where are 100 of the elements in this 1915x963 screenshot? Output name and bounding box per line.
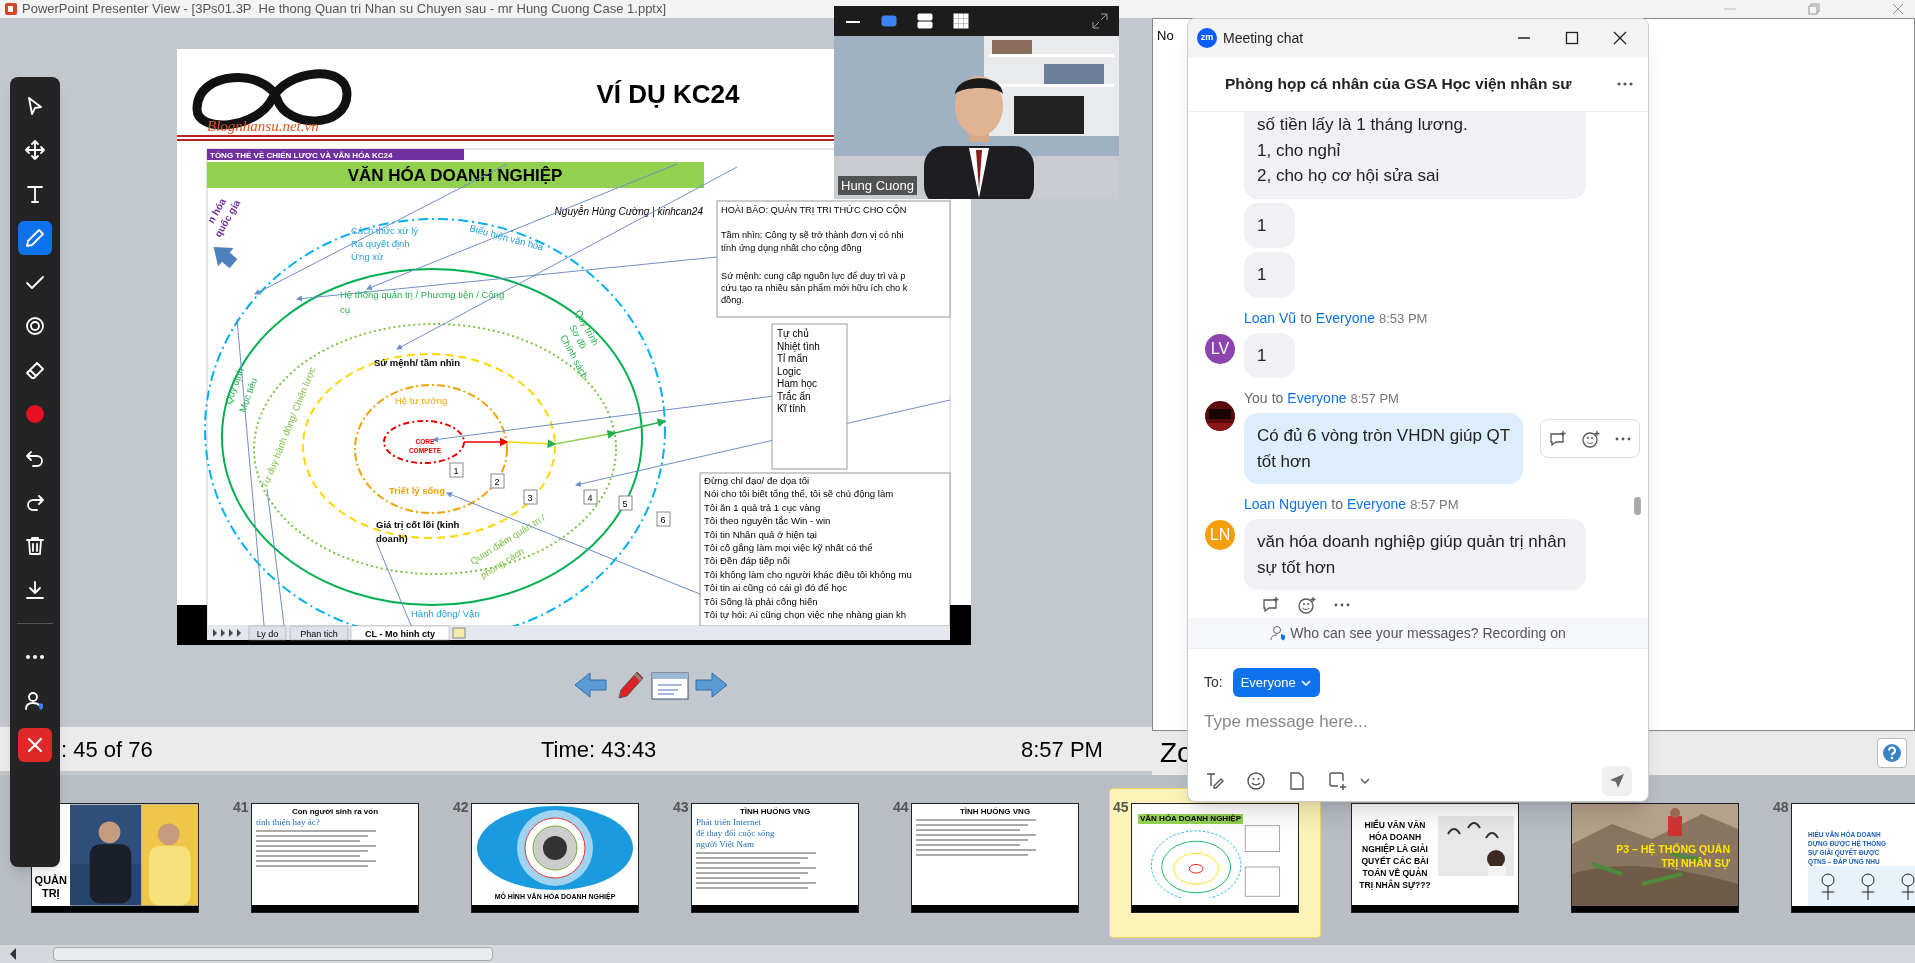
thumbnail-text: Con người sinh ra vốn bbox=[290, 806, 380, 817]
thumbnail-text: người Việt Nam bbox=[696, 839, 755, 850]
trait-text: Tỉ mẩn bbox=[777, 353, 808, 364]
thumbnail-text: TÌNH HUỐNG VNG bbox=[738, 806, 812, 817]
slide-thumbnail[interactable]: VĂN HÓA DOANH NGHIỆP bbox=[1131, 803, 1299, 913]
message-text: 1 bbox=[1257, 344, 1268, 367]
belief-text: Đừng chỉ đạo/ đe dọa tôi bbox=[704, 475, 810, 486]
app-logo: zm bbox=[1197, 28, 1217, 48]
belief-text: Tôi tin Nhân quả ở hiện tại bbox=[704, 528, 817, 540]
sheet-tab[interactable]: Ly do bbox=[248, 625, 287, 641]
message-text: 2, cho họ cơ hội sửa sai bbox=[1257, 165, 1441, 187]
number-tag: 5 bbox=[618, 495, 633, 511]
slide-thumbnail[interactable]: Con người sinh ra vốn tính thiện hay ác? bbox=[251, 803, 419, 913]
message-time: 8:57 PM bbox=[1350, 391, 1399, 406]
belief-text: Tôi không làm cho người khác điều tôi không mu bbox=[704, 568, 912, 580]
belief-text: Tôi ăn 1 quả trả 1 cục vàng bbox=[704, 501, 821, 513]
diagram-label: Hành động/ Vận bbox=[411, 608, 480, 619]
sheet-tab[interactable]: CL - Mo hinh cty bbox=[350, 625, 450, 641]
author-text: Nguyễn Hùng Cường | kinhcan24 bbox=[554, 206, 703, 217]
message-text: Có đủ 6 vòng tròn VHDN giúp QT bbox=[1257, 425, 1511, 447]
vision-text: Tầm nhìn: Công ty sẽ trở thành đơn vị có nhi bbox=[721, 230, 904, 240]
trait-text: Kĩ tính bbox=[777, 403, 806, 414]
thumbnail-title: TRỊ NHÂN SỰ bbox=[1661, 856, 1730, 870]
window-title: PowerPoint Presenter View - [3Ps01.3P He thong Quan tri Nhan su Chuyen sau - mr Hung Cuong Case 1.pptx] bbox=[22, 0, 667, 19]
number-tag: 6 bbox=[656, 511, 671, 527]
diagram-label: Hệ thống quản trị / Phương tiện / Công bbox=[340, 289, 505, 300]
slide-number: 48 bbox=[1773, 798, 1789, 817]
slide-counter: : 45 of 76 bbox=[61, 735, 154, 764]
message-input[interactable]: Type message here... bbox=[1204, 709, 1632, 735]
thumbnail-title: HIỂU VĂN VĂN bbox=[1364, 818, 1426, 831]
belief-text: Tôi Đền đáp tiếp nối bbox=[704, 555, 790, 567]
slide-thumbnail[interactable]: TÌNH HUỐNG VNG Phát triển Internet để thay đổi cuộc sống người Việt Nam bbox=[691, 803, 859, 913]
avatar: LV bbox=[1205, 333, 1235, 364]
number-tag: 3 bbox=[523, 489, 538, 505]
recipient-name: Everyone bbox=[1287, 390, 1347, 406]
thumbnail-title: QUYẾT CÁC BÀI bbox=[1361, 854, 1429, 867]
thumbnail-text: tính thiện hay ác? bbox=[256, 817, 321, 828]
vision-text: cứu tạo ra nhiều sản phẩm mới hữu ích cho k bbox=[721, 283, 908, 293]
vision-text: đồng. bbox=[721, 295, 744, 305]
to-label: To: bbox=[1204, 673, 1223, 692]
thumbnail-title: NGHIỆP LÀ GIẢI bbox=[1362, 842, 1428, 855]
message-text: 1, cho nghỉ bbox=[1257, 139, 1342, 162]
diagram-label: Cách thức xử lý bbox=[351, 225, 419, 236]
notes-text: No bbox=[1157, 28, 1174, 43]
slide-title: VÍ DỤ KC24 bbox=[596, 79, 740, 109]
message-text: 1 bbox=[1257, 264, 1268, 286]
diagram-label: doanh) bbox=[376, 533, 408, 544]
sheet-tab[interactable]: Phan tich bbox=[289, 625, 349, 641]
heading-bar: VĂN HÓA DOANH NGHIỆP bbox=[207, 162, 704, 188]
belief-text: Nói cho tôi biết tổng thể, tôi sẽ chủ động làm bbox=[704, 488, 894, 500]
belief-text: Tôi Sống là phải cống hiến bbox=[704, 595, 818, 607]
to-text: to bbox=[1331, 496, 1343, 512]
belief-text: Tôi tin ai cũng có cái gì đó để học bbox=[704, 582, 847, 594]
clock-time: 8:57 PM bbox=[1021, 735, 1103, 764]
vision-text: tính ứng dụng nhất cho cộng đồng bbox=[721, 243, 862, 253]
slide-thumbnail[interactable]: HIỂU VĂN VĂN HÓA DOANH NGHIỆP LÀ GIẢI QUYẾT CÁC BÀI TOÁN VỀ QUẢN TRỊ NHÂN SỰ??? bbox=[1351, 803, 1519, 913]
room-title: Phòng họp cá nhân của GSA Học viện nhân sư bbox=[1225, 74, 1572, 95]
diagram-label: cụ bbox=[340, 304, 351, 315]
message-text: 1 bbox=[1257, 214, 1268, 237]
slide-thumbnail[interactable]: TÌNH HUỐNG VNG bbox=[911, 803, 1079, 913]
diagram-label: Tư duy hành động/ Chiến lược bbox=[258, 365, 318, 490]
to-text: to bbox=[1271, 390, 1284, 406]
trait-text: Tự chủ bbox=[777, 328, 809, 339]
slide-number: 44 bbox=[893, 798, 909, 817]
number-tag: 4 bbox=[583, 489, 598, 505]
slide-number: 41 bbox=[233, 798, 249, 817]
trait-text: Nhiệt tình bbox=[777, 340, 820, 352]
sender-name: You bbox=[1244, 390, 1268, 406]
diagram-label: Biểu hiện văn hóa bbox=[468, 222, 545, 253]
recipient-name: Everyone bbox=[1347, 496, 1407, 512]
recipient-dropdown[interactable]: Everyone bbox=[1232, 668, 1320, 697]
number-tag: 2 bbox=[490, 473, 505, 489]
diagram-label: Ra quyết định bbox=[351, 238, 410, 249]
trait-text: Logic bbox=[777, 365, 801, 377]
to-text: to bbox=[1300, 309, 1312, 326]
message-text: tốt hơn bbox=[1257, 450, 1312, 473]
message-time: 8:57 PM bbox=[1410, 497, 1459, 512]
elapsed-time: Time: 43:43 bbox=[541, 735, 658, 764]
number-tag: 1 bbox=[449, 462, 464, 478]
section-bar: TỔNG THỂ VỀ CHIẾN LƯỢC VÀ VĂN HÓA KC24 bbox=[207, 149, 464, 160]
thumbnail-title: TRỊ bbox=[41, 887, 60, 900]
thumbnail-text: Phát triển Internet bbox=[696, 817, 762, 828]
thumbnail-text: TÌNH HUỐNG VNG bbox=[958, 806, 1032, 817]
thumbnail-text: để thay đổi cuộc sống bbox=[696, 828, 776, 839]
message-text: văn hóa doanh nghiệp giúp quản trị nhân sự tốt hơn bbox=[1257, 531, 1568, 579]
logo-text: Blognhansu.net.vn bbox=[207, 118, 319, 134]
sender-name: Loan Vũ bbox=[1244, 309, 1297, 326]
message-time: 8:53 PM bbox=[1379, 310, 1428, 326]
thumbnail-text: VĂN HÓA DOANH NGHIỆP bbox=[1138, 814, 1244, 824]
message-text: số tiền lấy là 1 tháng lương. bbox=[1257, 114, 1469, 136]
recipient-name: Everyone bbox=[1315, 309, 1375, 326]
slide-number: 45 bbox=[1113, 798, 1129, 817]
slide-number: 42 bbox=[453, 798, 469, 817]
diagram-label: Giá trị cốt lõi (kinh bbox=[376, 519, 460, 530]
chat-title: Meeting chat bbox=[1223, 28, 1304, 48]
thumbnail-title: TOÁN VỀ QUẢN bbox=[1362, 866, 1428, 879]
trait-text: Trắc ẩn bbox=[777, 390, 811, 402]
participant-name: Hung Cuong bbox=[838, 175, 917, 195]
diagram-label: Triết lý sống bbox=[389, 485, 445, 496]
vision-text: HOÀI BÃO: QUẢN TRỊ TRI THỨC CHO CỘN bbox=[721, 205, 907, 215]
